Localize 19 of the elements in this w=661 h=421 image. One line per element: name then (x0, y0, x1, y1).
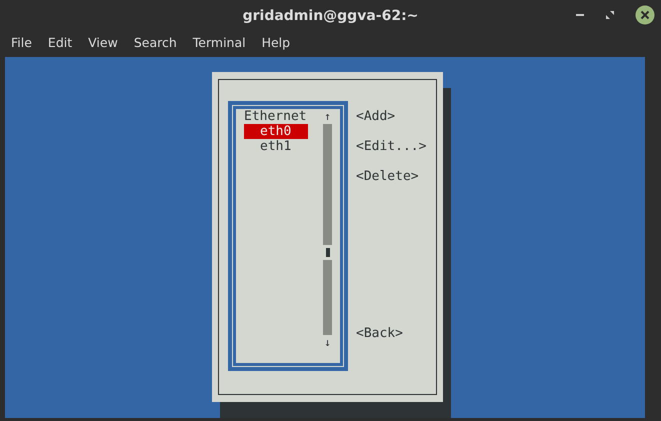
window-title: gridadmin@ggva-62:~ (242, 8, 418, 24)
dialog-button[interactable]: <Edit...> (356, 139, 426, 154)
menu-item[interactable]: Edit (48, 34, 72, 50)
scrollbar-thumb[interactable] (326, 248, 330, 257)
dialog-button[interactable]: <Add> (356, 109, 396, 124)
scroll-down-arrow[interactable]: ↓ (324, 335, 331, 350)
menu-item[interactable]: Help (262, 34, 290, 50)
maximize-icon[interactable] (605, 10, 615, 20)
menu-item[interactable]: File (11, 34, 32, 50)
menu-item[interactable]: Terminal (192, 34, 246, 50)
interface-item[interactable]: eth0 (244, 124, 308, 139)
dialog-button[interactable]: <Back> (356, 326, 403, 341)
dialog-button[interactable]: <Delete> (356, 169, 419, 184)
list-header: Ethernet (244, 109, 308, 124)
menu-item[interactable]: Search (134, 34, 177, 50)
close-icon[interactable] (635, 5, 655, 25)
scroll-up-arrow[interactable]: ↑ (324, 109, 331, 124)
interface-item[interactable]: eth1 (244, 139, 308, 154)
menu-item[interactable]: View (88, 34, 118, 50)
